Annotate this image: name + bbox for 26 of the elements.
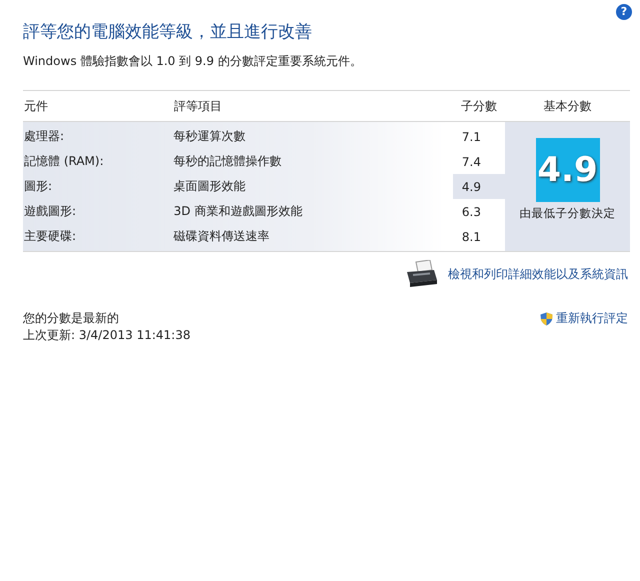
column-header: 基本分數 <box>542 98 593 114</box>
table-cell-text: 每秒的記憶體操作數 <box>174 153 283 170</box>
table-cell-text: 處理器: <box>23 128 66 145</box>
status-text: 您的分數是最新的 <box>23 310 120 327</box>
help-button[interactable]: ? <box>616 4 632 20</box>
page-title: 評等您的電腦效能等級，並且進行改善 <box>23 21 312 43</box>
rerun-assessment-link[interactable]: 重新執行評定 <box>556 310 628 327</box>
table-cell-text: 圖形: <box>23 178 54 195</box>
column-header: 子分數 <box>460 98 498 114</box>
column-header: 評等項目 <box>174 98 223 114</box>
column-header: 元件 <box>23 98 49 114</box>
table-cell-text: 磁碟資料傳送速率 <box>174 228 271 245</box>
shield-icon <box>540 312 553 326</box>
table-cell-text: 主要硬碟: <box>23 228 78 245</box>
table-cell-text: 每秒運算次數 <box>174 128 247 145</box>
table-cell-text: 桌面圖形效能 <box>174 178 247 195</box>
base-score-badge: 4.9 <box>536 138 600 202</box>
printer-icon <box>404 260 438 288</box>
print-details-link[interactable]: 檢視和列印詳細效能以及系統資訊 <box>448 266 628 282</box>
base-score-note: 由最低子分數決定 <box>518 205 616 221</box>
subscore-cell: 4.9 <box>453 174 505 199</box>
last-update-text: 上次更新: 3/4/2013 11:41:38 <box>23 327 190 344</box>
table-cell-text: 記憶體 (RAM): <box>23 153 105 170</box>
description-text: Windows 體驗指數會以 1.0 到 9.9 的分數評定重要系統元件。 <box>23 53 363 70</box>
table-cell-text: 3D 商業和遊戲圖形效能 <box>174 203 304 220</box>
table-cell-text: 遊戲圖形: <box>23 203 78 220</box>
